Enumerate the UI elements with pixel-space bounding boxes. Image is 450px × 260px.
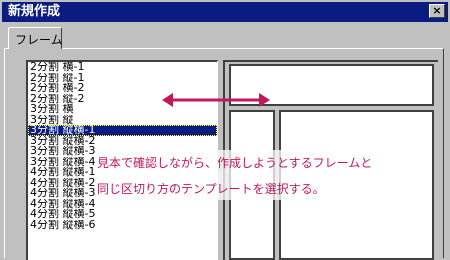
tab-label: フレーム [15, 33, 63, 47]
list-item[interactable]: 4分割 縦横-5 [28, 209, 217, 220]
list-item[interactable]: 2分割 横-1 [28, 62, 217, 73]
annotation-line-2: 同じ区切り方のテンプレートを選択する。 [97, 182, 325, 196]
title-bar: 新規作成 × [2, 2, 448, 22]
annotation-callout: 見本で確認しながら、作成しようとするフレームと 同じ区切り方のテンプレートを選択… [97, 150, 417, 200]
double-arrow-icon [162, 93, 270, 107]
window-title: 新規作成 [8, 4, 61, 19]
list-item[interactable]: 3分割 縦 [28, 115, 217, 126]
new-document-dialog: 新規作成 × フレーム 2分割 横-1 2分割 縦-1 2分割 横-2 2分割 縦-2… [0, 0, 450, 260]
list-item[interactable]: 3分割 縦横-1 [28, 125, 217, 136]
annotation-line-1: 見本で確認しながら、作成しようとするフレームと [97, 156, 373, 170]
list-item[interactable]: 2分割 縦-1 [28, 73, 217, 84]
list-item[interactable]: 4分割 縦横-6 [28, 220, 217, 231]
list-item[interactable]: 4分割 縦横-4 [28, 199, 217, 210]
tab-frame[interactable]: フレーム [8, 27, 63, 49]
close-button[interactable]: × [429, 4, 445, 18]
list-item[interactable]: 3分割 縦横-2 [28, 136, 217, 147]
